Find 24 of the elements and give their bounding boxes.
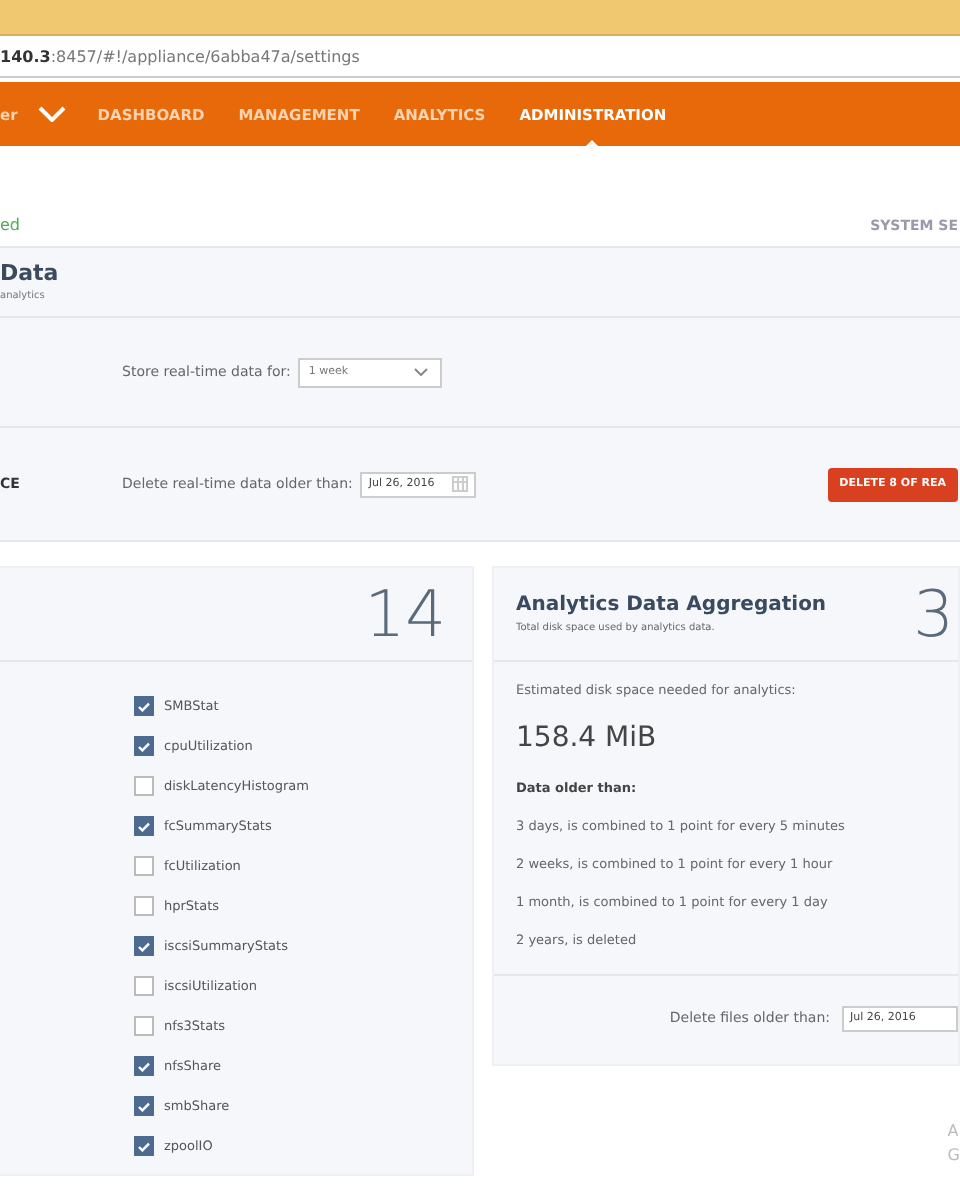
dataset-count: 14 — [364, 576, 446, 652]
status-text: ed — [0, 216, 20, 234]
checkbox[interactable] — [134, 1056, 154, 1076]
checkbox[interactable] — [134, 816, 154, 836]
disk-usage-number: 3 — [913, 576, 954, 652]
estimate-value: 158.4 MiB — [516, 722, 659, 754]
address-bar[interactable]: 140.3:8457/#!/appliance/6abba47a/settings — [0, 38, 960, 78]
checkbox[interactable] — [134, 976, 154, 996]
checkbox[interactable] — [134, 896, 154, 916]
checkbox[interactable] — [134, 776, 154, 796]
checkbox[interactable] — [134, 1136, 154, 1156]
checkbox[interactable] — [134, 736, 154, 756]
checkbox[interactable] — [134, 1096, 154, 1116]
chevron-down-icon — [414, 368, 429, 376]
checkbox[interactable] — [134, 856, 154, 876]
section-title: Data — [0, 260, 61, 286]
checkbox[interactable] — [134, 696, 154, 716]
chevron-down-icon[interactable] — [37, 106, 66, 122]
calendar-icon — [452, 476, 469, 492]
footer-text: A — [947, 1120, 960, 1144]
checkbox[interactable] — [134, 936, 154, 956]
checkbox[interactable] — [134, 1016, 154, 1036]
card-title: Analytics Data Aggregation — [516, 594, 827, 616]
footer-text: G — [947, 1144, 960, 1168]
